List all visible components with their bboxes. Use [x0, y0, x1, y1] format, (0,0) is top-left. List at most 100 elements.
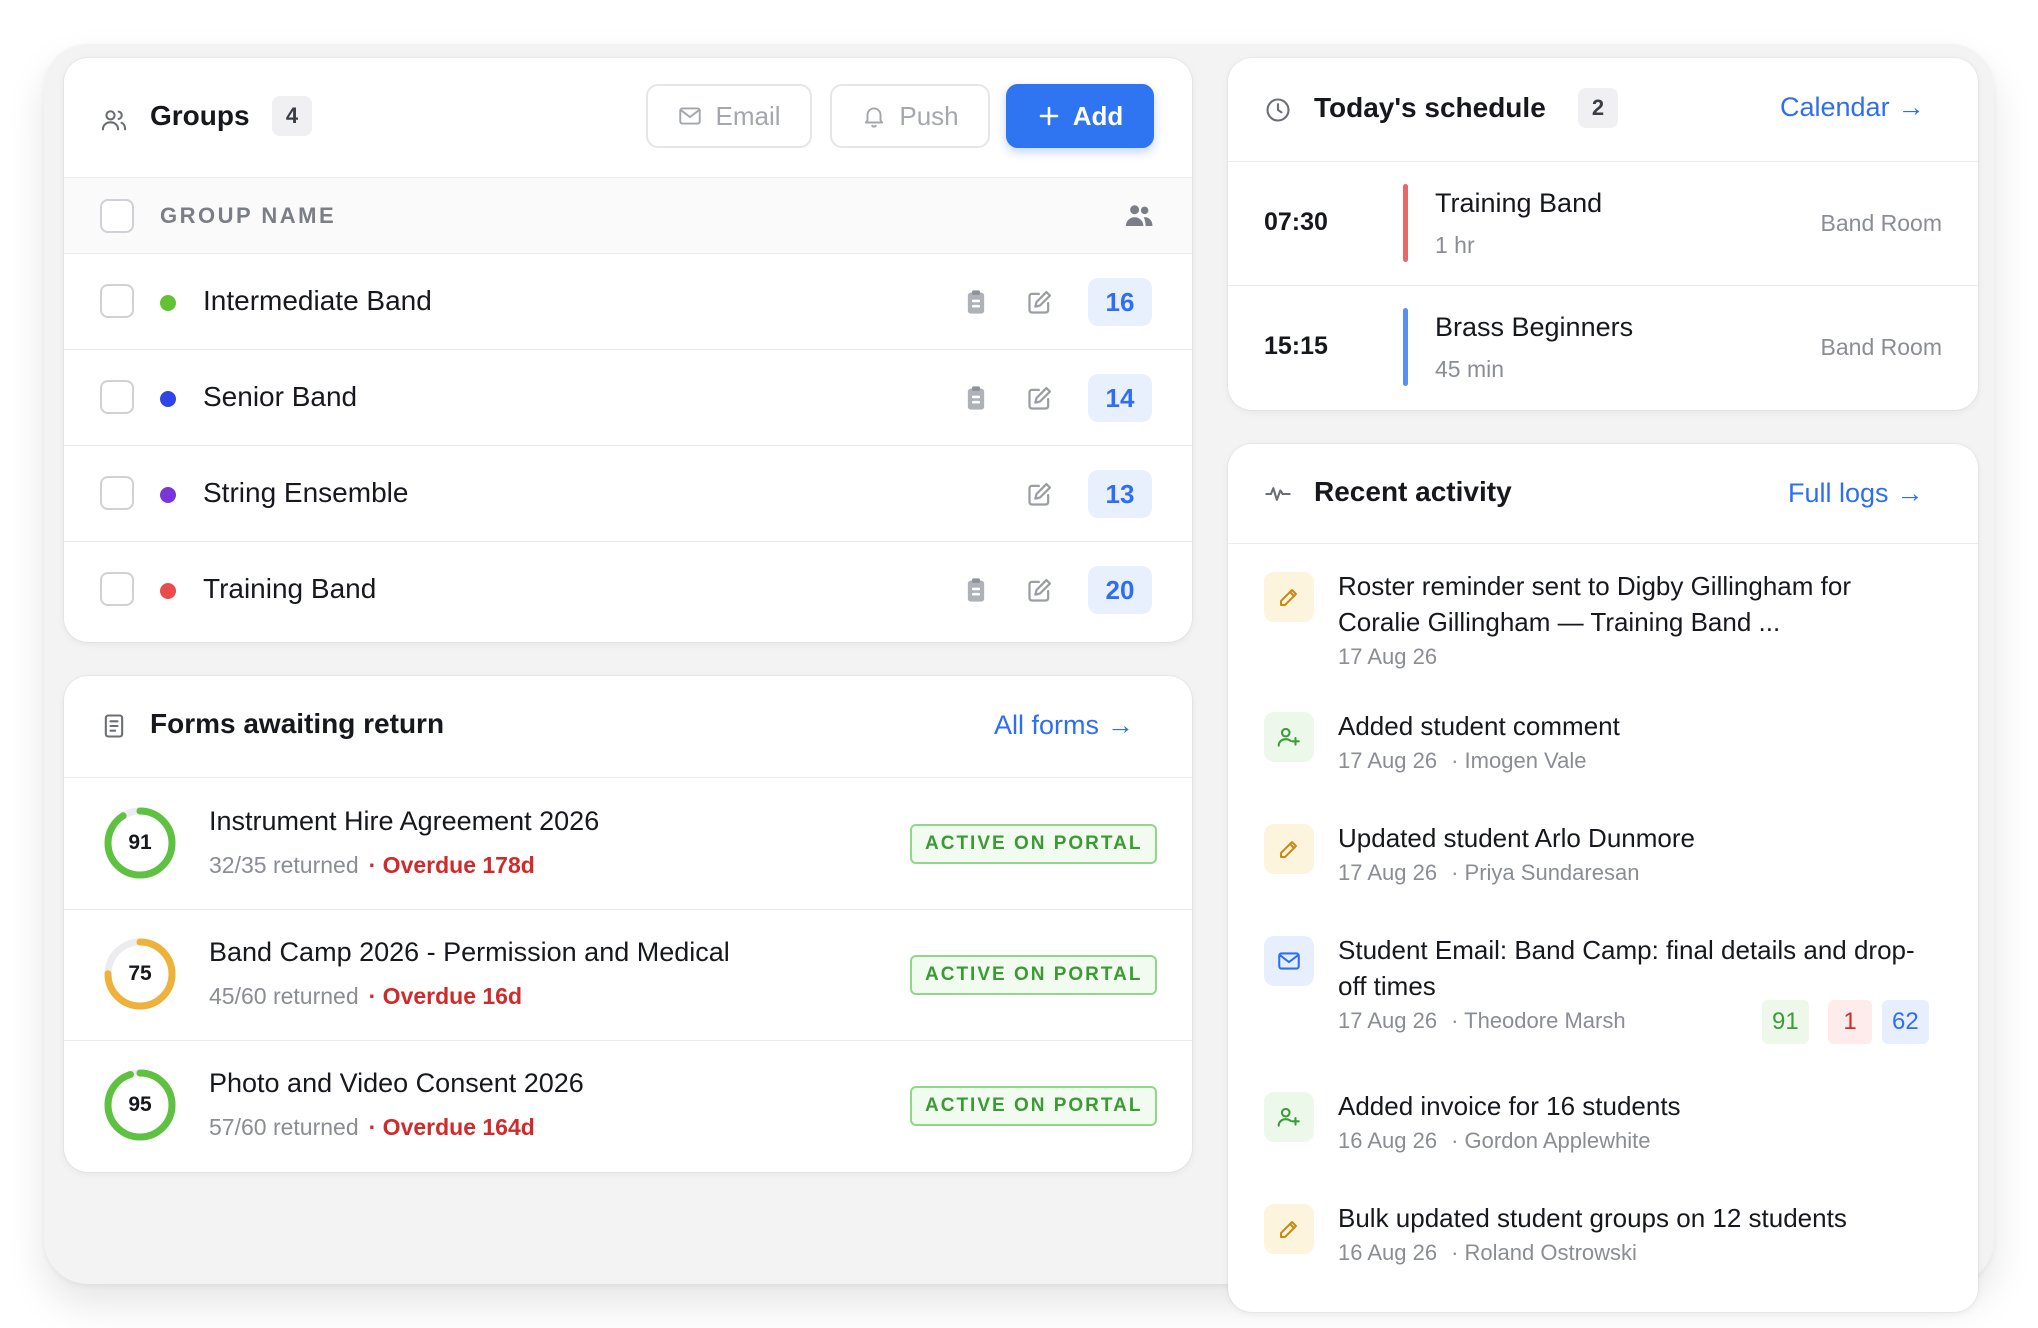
returned-count: 45/60 returned: [209, 983, 359, 1009]
group-row[interactable]: Training Band 20: [64, 542, 1192, 638]
activity-meta: 17 Aug 26 · Priya Sundaresan: [1338, 860, 1639, 886]
user-plus-icon: [1264, 712, 1314, 762]
forms-title: Forms awaiting return: [150, 708, 445, 739]
form-title[interactable]: Photo and Video Consent 2026: [209, 1068, 584, 1099]
groups-header: Groups 4 Email Push Add: [64, 58, 1192, 178]
pencil-icon: [1264, 1204, 1314, 1254]
group-row[interactable]: Intermediate Band 16: [64, 254, 1192, 350]
column-header-group-name[interactable]: GROUP NAME: [160, 203, 336, 229]
status-badge: ACTIVE ON PORTAL: [910, 955, 1158, 995]
schedule-name: Brass Beginners: [1435, 312, 1634, 342]
calendar-link[interactable]: Calendar →: [1780, 92, 1925, 123]
schedule-duration: 45 min: [1435, 356, 1505, 382]
schedule-name: Training Band: [1435, 188, 1603, 218]
edit-icon[interactable]: [1026, 480, 1054, 508]
group-row[interactable]: Senior Band 14: [64, 350, 1192, 446]
push-button[interactable]: Push: [830, 84, 990, 148]
member-count[interactable]: 16: [1088, 278, 1152, 326]
schedule-time: 15:15: [1264, 332, 1328, 360]
group-color-dot: [160, 583, 176, 599]
edit-icon[interactable]: [1026, 288, 1054, 316]
activity-text: Updated student Arlo Dunmore: [1338, 823, 1695, 853]
row-checkbox[interactable]: [100, 380, 134, 414]
arrow-right-icon: →: [1107, 710, 1135, 740]
schedule-room: Band Room: [1820, 210, 1942, 236]
group-row[interactable]: String Ensemble 13: [64, 446, 1192, 542]
activity-text: Bulk updated student groups on 12 studen…: [1338, 1203, 1847, 1233]
groups-count: 4: [272, 96, 312, 136]
form-row[interactable]: 75 Band Camp 2026 - Permission and Medica…: [64, 909, 1192, 1041]
activity-date: 17 Aug 26: [1338, 644, 1438, 669]
schedule-item[interactable]: 15:15 Brass Beginners 45 min Band Room: [1228, 286, 1978, 410]
calendar-link-label: Calendar: [1780, 92, 1890, 122]
member-count[interactable]: 20: [1088, 566, 1152, 614]
group-name[interactable]: Senior Band: [203, 381, 357, 413]
group-color-dot: [160, 487, 176, 503]
forms-header: Forms awaiting return All forms →: [64, 676, 1192, 778]
select-all-checkbox[interactable]: [100, 199, 134, 233]
all-forms-link[interactable]: All forms →: [994, 710, 1134, 741]
completion-score: 95: [128, 1093, 152, 1116]
activity-author: · Theodore Marsh: [1451, 1008, 1626, 1033]
schedule-item[interactable]: 07:30 Training Band 1 hr Band Room: [1228, 162, 1978, 286]
form-title[interactable]: Instrument Hire Agreement 2026: [209, 806, 599, 837]
form-title[interactable]: Band Camp 2026 - Permission and Medical: [209, 937, 730, 968]
mail-icon: [1264, 936, 1314, 986]
plus-icon: [1039, 106, 1059, 126]
group-name[interactable]: Intermediate Band: [203, 285, 432, 317]
schedule-card: Today's schedule 2 Calendar → 07:30 Traini…: [1228, 58, 1978, 410]
activity-title: Recent activity: [1314, 476, 1512, 507]
email-button[interactable]: Email: [646, 84, 812, 148]
form-row[interactable]: 91 Instrument Hire Agreement 2026 32/35 re…: [64, 778, 1192, 910]
overdue-label: · Overdue 164d: [368, 1114, 535, 1140]
edit-icon[interactable]: [1026, 384, 1054, 412]
form-row[interactable]: 95 Photo and Video Consent 2026 57/60 retu…: [64, 1040, 1192, 1172]
groups-card: Groups 4 Email Push Add GROUP NAME Inter…: [64, 58, 1192, 642]
bell-icon: [865, 107, 884, 128]
clipboard-icon[interactable]: [962, 384, 990, 412]
schedule-color-bar: [1403, 184, 1408, 262]
schedule-color-bar: [1403, 308, 1408, 386]
clipboard-icon[interactable]: [962, 288, 990, 316]
email-button-label: Email: [715, 100, 781, 131]
people-icon: [1125, 205, 1153, 226]
completion-score: 75: [128, 962, 152, 985]
stat-opened: 62: [1882, 1000, 1929, 1044]
overdue-label: · Overdue 178d: [368, 852, 535, 878]
stat-failed: 1: [1828, 1000, 1872, 1044]
member-count[interactable]: 14: [1088, 374, 1152, 422]
activity-author: · Imogen Vale: [1451, 748, 1587, 773]
pencil-icon: [1264, 572, 1314, 622]
activity-header: Recent activity Full logs →: [1228, 444, 1978, 544]
activity-text: Added student comment: [1338, 711, 1620, 741]
users-icon: [101, 110, 127, 131]
form-meta: 57/60 returned · Overdue 164d: [209, 1114, 535, 1141]
activity-pulse-icon: [1265, 487, 1291, 501]
activity-date: 16 Aug 26: [1338, 1128, 1438, 1153]
activity-meta: 17 Aug 26 · Imogen Vale: [1338, 748, 1586, 774]
member-count[interactable]: 13: [1088, 470, 1152, 518]
schedule-count: 2: [1578, 88, 1618, 128]
push-button-label: Push: [899, 100, 959, 131]
activity-date: 17 Aug 26: [1338, 1008, 1438, 1033]
full-logs-link[interactable]: Full logs →: [1788, 478, 1924, 509]
row-checkbox[interactable]: [100, 572, 134, 606]
group-name[interactable]: Training Band: [203, 573, 376, 605]
clipboard-icon[interactable]: [962, 576, 990, 604]
row-checkbox[interactable]: [100, 284, 134, 318]
arrow-right-icon: →: [1896, 478, 1924, 508]
returned-count: 32/35 returned: [209, 852, 359, 878]
activity-date: 16 Aug 26: [1338, 1240, 1438, 1265]
activity-author: · Priya Sundaresan: [1451, 860, 1640, 885]
forms-card: Forms awaiting return All forms → 91 Instr…: [64, 676, 1192, 1172]
add-button[interactable]: Add: [1006, 84, 1154, 148]
group-name[interactable]: String Ensemble: [203, 477, 408, 509]
row-checkbox[interactable]: [100, 476, 134, 510]
completion-score: 91: [128, 831, 152, 854]
schedule-time: 07:30: [1264, 208, 1328, 236]
overdue-label: · Overdue 16d: [368, 983, 523, 1009]
edit-icon[interactable]: [1026, 576, 1054, 604]
activity-author: · Roland Ostrowski: [1451, 1240, 1637, 1265]
full-logs-label: Full logs: [1788, 478, 1889, 508]
arrow-right-icon: →: [1897, 92, 1925, 122]
